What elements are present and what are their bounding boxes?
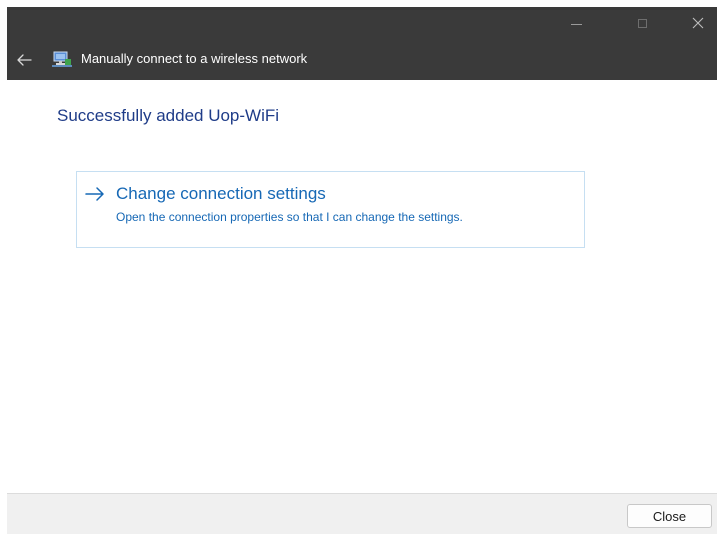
maximize-button[interactable] <box>619 7 665 39</box>
arrow-right-icon <box>85 187 104 201</box>
close-icon <box>692 17 704 29</box>
footer-bar: Close <box>7 493 717 534</box>
maximize-icon <box>637 18 647 28</box>
minimize-icon <box>570 23 582 25</box>
option-description: Open the connection properties so that I… <box>116 210 463 224</box>
minimize-button[interactable] <box>553 7 599 39</box>
network-computer-icon <box>52 51 72 67</box>
close-button[interactable]: Close <box>627 504 712 528</box>
close-window-button[interactable] <box>675 7 717 39</box>
wizard-window: Manually connect to a wireless network S… <box>7 7 717 534</box>
option-title: Change connection settings <box>116 184 326 203</box>
page-heading: Successfully added Uop-WiFi <box>57 106 280 125</box>
window-title: Manually connect to a wireless network <box>81 51 308 66</box>
change-connection-settings-option[interactable]: Change connection settings Open the conn… <box>76 171 585 248</box>
back-button[interactable] <box>11 47 37 73</box>
title-bar: Manually connect to a wireless network <box>7 7 717 80</box>
arrow-left-icon <box>17 54 32 66</box>
